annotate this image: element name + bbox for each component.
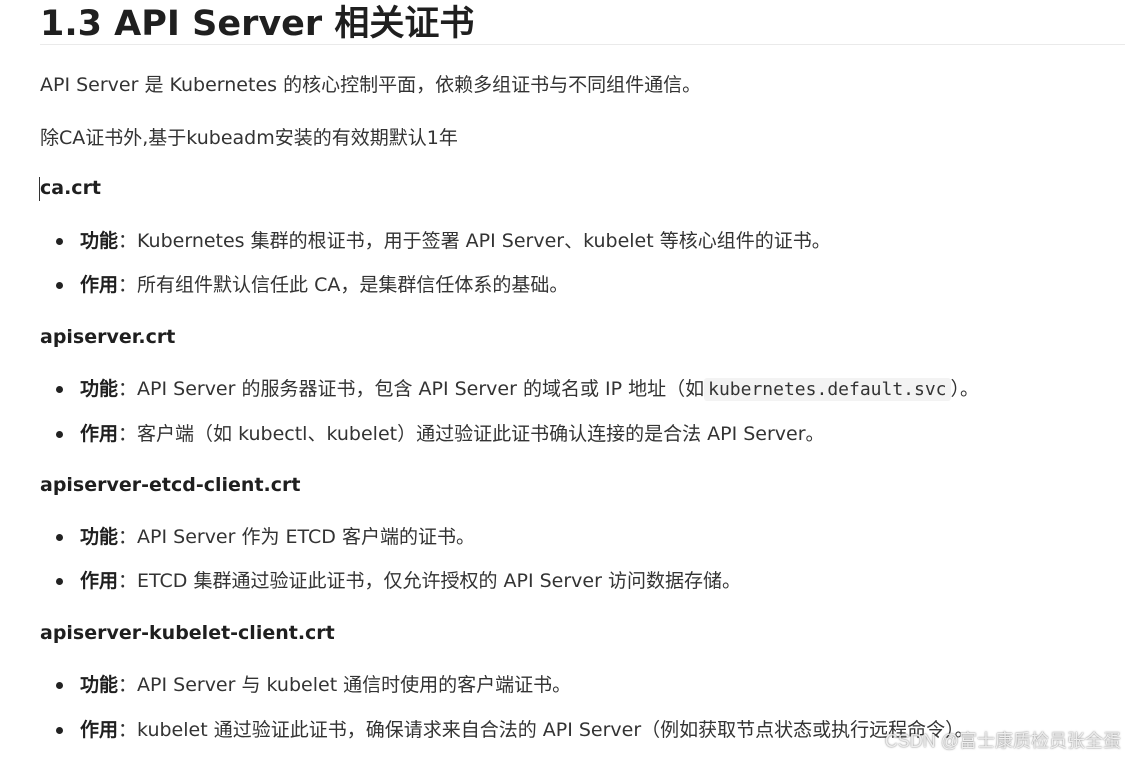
item-separator: ：	[118, 674, 138, 696]
bullet-dot-icon	[56, 578, 63, 585]
item-label: 作用	[80, 570, 119, 592]
item-label: 作用	[80, 719, 119, 741]
item-separator: ：	[118, 274, 138, 296]
bullet-dot-icon	[56, 682, 63, 689]
bullet-dot-icon	[56, 386, 63, 393]
intro-paragraph: API Server 是 Kubernetes 的核心控制平面，依赖多组证书与不…	[40, 74, 702, 96]
page-title: 1.3 API Server 相关证书	[40, 4, 475, 44]
item-text: 所有组件默认信任此 CA，是集群信任体系的基础。	[137, 274, 569, 296]
bullet-dot-icon	[56, 534, 63, 541]
item-text: ETCD 集群通过验证此证书，仅允许授权的 API Server 访问数据存储。	[137, 570, 741, 592]
item-text: API Server 作为 ETCD 客户端的证书。	[137, 526, 475, 548]
item-label: 功能	[80, 378, 119, 400]
bullet-dot-icon	[56, 727, 63, 734]
item-label: 功能	[80, 230, 119, 252]
section-title-ca-crt: ca.crt	[40, 177, 102, 199]
item-label: 功能	[80, 674, 119, 696]
document-page: 1.3 API Server 相关证书 API Server 是 Kuberne…	[0, 0, 1125, 759]
item-separator: ：	[118, 719, 138, 741]
bullet-dot-icon	[56, 238, 63, 245]
item-text: kubelet 通过验证此证书，确保请求来自合法的 API Server（例如获…	[137, 719, 974, 741]
item-text: API Server 与 kubelet 通信时使用的客户端证书。	[137, 674, 572, 696]
section-title-apiserver-kubelet-client-crt: apiserver-kubelet-client.crt	[40, 622, 335, 644]
bullet-dot-icon	[56, 282, 63, 289]
item-text-after: ）。	[950, 378, 980, 400]
section-title-apiserver-etcd-client-crt: apiserver-etcd-client.crt	[40, 474, 301, 496]
item-label: 作用	[80, 274, 119, 296]
inline-code: kubernetes.default.svc	[704, 378, 951, 401]
validity-note-paragraph: 除CA证书外,基于kubeadm安装的有效期默认1年	[40, 127, 458, 149]
item-separator: ：	[118, 526, 138, 548]
item-separator: ：	[118, 230, 138, 252]
item-separator: ：	[118, 378, 138, 400]
item-text-before: API Server 的服务器证书，包含 API Server 的域名或 IP …	[137, 378, 705, 400]
item-text: Kubernetes 集群的根证书，用于签署 API Server、kubele…	[137, 230, 831, 252]
section-title-apiserver-crt: apiserver.crt	[40, 326, 176, 348]
bullet-dot-icon	[56, 431, 63, 438]
watermark: CSDN @富士康质检员张全蛋	[884, 731, 1121, 751]
item-text: 客户端（如 kubectl、kubelet）通过验证此证书确认连接的是合法 AP…	[137, 423, 825, 445]
item-separator: ：	[118, 423, 138, 445]
item-label: 作用	[80, 423, 119, 445]
item-label: 功能	[80, 526, 119, 548]
item-separator: ：	[118, 570, 138, 592]
heading-divider	[40, 44, 1125, 45]
